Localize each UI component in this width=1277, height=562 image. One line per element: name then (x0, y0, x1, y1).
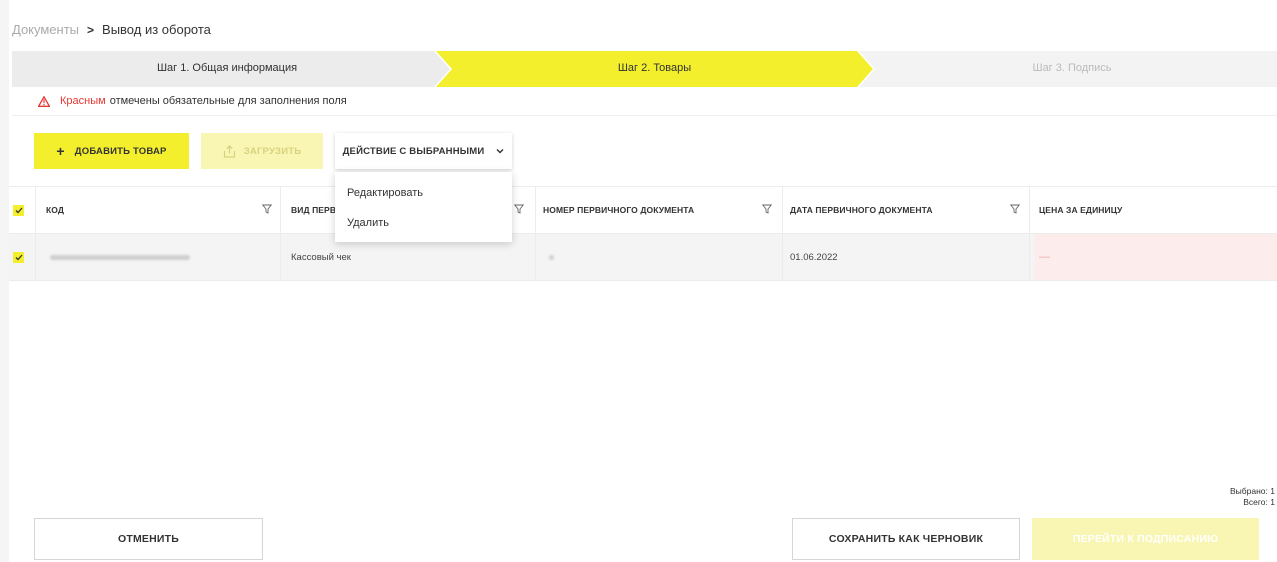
column-divider (280, 234, 281, 280)
column-header-doc-date[interactable]: ДАТА ПЕРВИЧНОГО ДОКУМЕНТА (790, 187, 933, 233)
selected-count: Выбрано: 1 (1230, 486, 1275, 496)
select-all-checkbox[interactable] (13, 204, 24, 216)
column-divider (535, 187, 536, 233)
required-fields-notice: Красным отмечены обязательные для заполн… (38, 95, 347, 107)
notice-highlight: Красным (60, 95, 106, 107)
redacted-number (549, 254, 554, 260)
save-draft-button[interactable]: СОХРАНИТЬ КАК ЧЕРНОВИК (792, 518, 1020, 560)
table-header: КОД ВИД ПЕРВИЧНОГО ДОКУМЕНТА НОМЕР ПЕРВИ… (9, 186, 1277, 234)
warning-icon (38, 95, 50, 107)
bulk-actions-menu: Редактировать Удалить (335, 172, 512, 242)
add-product-button[interactable]: + ДОБАВИТЬ ТОВАР (34, 133, 189, 169)
cancel-button[interactable]: ОТМЕНИТЬ (34, 518, 263, 560)
filter-icon[interactable] (514, 204, 524, 214)
left-strip (0, 0, 9, 562)
doc-date-cell: 01.06.2022 (790, 251, 838, 263)
check-icon (15, 207, 22, 213)
page: Документы > Вывод из оборота Шаг 1. Обща… (0, 0, 1277, 562)
column-divider (35, 187, 36, 233)
price-cell-error (1035, 234, 1277, 280)
menu-item-delete[interactable]: Удалить (335, 212, 512, 242)
select-all-cell (13, 187, 33, 233)
column-header-price[interactable]: ЦЕНА ЗА ЕДИНИЦУ (1039, 187, 1122, 233)
add-product-label: ДОБАВИТЬ ТОВАР (74, 145, 167, 157)
table-row[interactable]: Кассовый чек 01.06.2022 — (9, 234, 1277, 281)
column-divider (280, 187, 281, 233)
breadcrumb: Документы > Вывод из оборота (12, 22, 211, 37)
chevron-right-icon: > (87, 22, 95, 37)
plus-icon: + (56, 143, 65, 159)
upload-button[interactable]: ЗАГРУЗИТЬ (201, 133, 323, 169)
upload-icon (223, 144, 235, 158)
filter-icon[interactable] (1010, 204, 1020, 214)
row-select-cell (13, 234, 33, 280)
selection-counts: Выбрано: 1 Всего: 1 (1230, 486, 1275, 508)
column-header-code[interactable]: КОД (46, 187, 64, 233)
column-header-doc-number[interactable]: НОМЕР ПЕРВИЧНОГО ДОКУМЕНТА (543, 187, 694, 233)
divider (12, 115, 1277, 116)
column-header-doc-type[interactable]: ВИД ПЕРВИЧНОГО ДОКУМЕНТА (291, 187, 335, 233)
upload-label: ЗАГРУЗИТЬ (243, 145, 302, 157)
row-checkbox[interactable] (13, 251, 24, 263)
column-divider (535, 234, 536, 280)
step-2[interactable]: Шаг 2. Товары (442, 62, 867, 74)
column-divider (1029, 234, 1030, 280)
column-divider (1029, 187, 1030, 233)
menu-item-edit[interactable]: Редактировать (335, 182, 512, 212)
chevron-down-icon (496, 149, 504, 154)
go-to-signing-button[interactable]: ПЕРЕЙТИ К ПОДПИСАНИЮ (1032, 518, 1259, 560)
breadcrumb-documents-link[interactable]: Документы (12, 22, 79, 37)
stepper: Шаг 1. Общая информация Шаг 2. Товары Ша… (12, 51, 1277, 87)
total-count: Всего: 1 (1243, 497, 1275, 507)
redacted-code (50, 254, 190, 260)
step-1[interactable]: Шаг 1. Общая информация (12, 62, 442, 74)
price-cell[interactable]: — (1039, 234, 1050, 280)
filter-icon[interactable] (262, 204, 272, 214)
column-divider (782, 234, 783, 280)
check-icon (15, 254, 22, 260)
notice-text: отмечены обязательные для заполнения пол… (109, 95, 347, 107)
column-divider (782, 187, 783, 233)
step-3[interactable]: Шаг 3. Подпись (867, 62, 1277, 74)
code-cell-redacted (50, 234, 190, 280)
bulk-actions-dropdown[interactable]: ДЕЙСТВИЕ С ВЫБРАННЫМИ (335, 133, 512, 169)
filter-icon[interactable] (762, 204, 772, 214)
column-divider (35, 234, 36, 280)
breadcrumb-current: Вывод из оборота (102, 22, 211, 37)
doc-number-cell-redacted (549, 234, 554, 280)
bulk-actions-label: ДЕЙСТВИЕ С ВЫБРАННЫМИ (342, 145, 485, 157)
